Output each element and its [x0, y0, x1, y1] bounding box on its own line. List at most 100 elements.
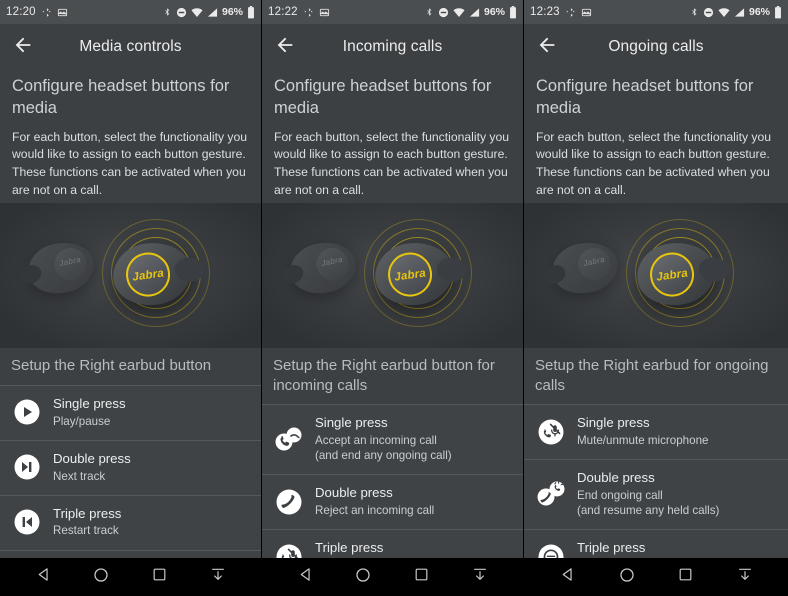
- gesture-label: Double press: [315, 485, 393, 501]
- nav-back-icon: [35, 566, 52, 588]
- list-item[interactable]: Double press End ongoing call (and resume …: [524, 459, 788, 530]
- list-item-text: Single press Accept an incoming call (and …: [315, 415, 452, 463]
- list-item[interactable]: Single press Play/pause: [0, 384, 261, 440]
- list-item[interactable]: Triple press Restart track: [0, 494, 261, 550]
- nav-back-icon: [559, 566, 576, 588]
- list-item-text: Single press Play/pause: [53, 396, 126, 429]
- app-bar: Ongoing calls: [524, 24, 788, 70]
- earbuds-hero-image: Jabra Jabra: [0, 203, 261, 349]
- intro-heading: Configure headset buttons for media: [536, 77, 754, 117]
- app-bar: Media controls: [0, 24, 261, 70]
- right-earbud-highlighted: Jabra: [109, 238, 206, 311]
- android-nav-bar: [0, 558, 261, 596]
- phone-screen-3: 12:23 96% Ongoing calls Configure headset b…: [524, 0, 788, 596]
- nav-home-button[interactable]: [610, 562, 644, 592]
- intro-body: For each button, select the functionalit…: [536, 129, 772, 197]
- intro-section: Configure headset buttons for media For e…: [524, 70, 788, 204]
- list-item[interactable]: Single press Mute/unmute microphone: [524, 404, 788, 460]
- status-bar-left: 12:22: [268, 6, 330, 18]
- list-item[interactable]: Single press Accept an incoming call (and …: [262, 404, 523, 475]
- gesture-label: Single press: [315, 415, 388, 431]
- do-not-disturb-icon: [176, 7, 187, 18]
- list-item-text: Triple pressSidetone on/off: [577, 540, 655, 558]
- right-earbud-highlighted: Jabra: [633, 238, 730, 311]
- nav-hide-keyboard-icon: [737, 567, 753, 588]
- bluetooth-icon: [425, 6, 434, 18]
- nav-recents-button[interactable]: [143, 562, 177, 592]
- right-earbud-tip: [435, 256, 468, 284]
- intro-heading: Configure headset buttons for media: [274, 77, 492, 117]
- left-earbud-tip: [279, 262, 307, 288]
- back-button[interactable]: [0, 24, 46, 70]
- list-item-text: Double press Next track: [53, 451, 131, 484]
- list-item-partial[interactable]: [0, 549, 261, 558]
- bluetooth-sharing-icon: [41, 7, 52, 18]
- intro-body: For each button, select the functionalit…: [12, 129, 248, 197]
- gesture-label: Double press: [53, 450, 131, 466]
- battery-percent: 96%: [221, 6, 243, 18]
- gesture-action: Restart track: [53, 524, 119, 538]
- accept-call-icon: [274, 424, 304, 454]
- nav-back-button[interactable]: [551, 562, 585, 592]
- gesture-label: Single press: [577, 415, 650, 431]
- back-button[interactable]: [524, 24, 570, 70]
- play-pause-icon: [12, 397, 42, 427]
- right-earbud-tip: [173, 256, 206, 284]
- list-item[interactable]: Triple pressSidetone on/off: [524, 529, 788, 558]
- intro-section: Configure headset buttons for media For e…: [0, 70, 261, 204]
- nav-dismiss-button[interactable]: [728, 562, 762, 592]
- battery-full-icon: [509, 5, 517, 19]
- status-bar-left: 12:20: [6, 6, 68, 18]
- cellular-signal-icon: [207, 7, 218, 18]
- nav-hide-keyboard-icon: [472, 567, 488, 588]
- earbuds-hero-image: Jabra Jabra: [262, 203, 523, 349]
- list-item-text: Triple press Restart track: [53, 506, 121, 539]
- do-not-disturb-icon: [703, 7, 714, 18]
- status-bar-right: 96%: [163, 5, 255, 19]
- sidetone-headset-icon: [536, 542, 566, 558]
- section-header: Setup the Right earbud for ongoing calls: [524, 348, 788, 405]
- button-gesture-list: Single press Accept an incoming call (and …: [262, 404, 523, 558]
- nav-back-icon: [297, 566, 314, 588]
- nav-home-button[interactable]: [84, 562, 118, 592]
- status-bar: 12:22 96%: [262, 0, 523, 24]
- bluetooth-icon: [690, 6, 699, 18]
- wifi-icon: [718, 7, 730, 18]
- status-time: 12:20: [6, 6, 36, 18]
- status-bar-right: 96%: [425, 5, 517, 19]
- nav-back-button[interactable]: [26, 562, 60, 592]
- list-item[interactable]: Triple pressMute/unmute microphone: [262, 529, 523, 558]
- nav-recents-button[interactable]: [669, 562, 703, 592]
- status-bar: 12:23 96%: [524, 0, 788, 24]
- nav-back-button[interactable]: [288, 562, 322, 592]
- back-button[interactable]: [262, 24, 308, 70]
- nav-dismiss-button[interactable]: [201, 562, 235, 592]
- nav-dismiss-button[interactable]: [463, 562, 497, 592]
- list-item-text: Single press Mute/unmute microphone: [577, 415, 708, 448]
- mute-microphone-icon: [536, 417, 566, 447]
- status-bar-left: 12:23: [530, 6, 592, 18]
- left-earbud: Jabra: [279, 236, 361, 300]
- earbuds-hero-image: Jabra Jabra: [524, 203, 788, 349]
- battery-full-icon: [247, 5, 255, 19]
- mute-microphone-icon: [274, 542, 304, 558]
- gesture-action: Accept an incoming call (and end any ongo…: [315, 434, 452, 463]
- intro-heading: Configure headset buttons for media: [12, 77, 230, 117]
- right-earbud-highlighted: Jabra: [371, 238, 468, 311]
- next-track-icon: [12, 452, 42, 482]
- list-item[interactable]: Double press Reject an incoming call: [262, 474, 523, 530]
- gesture-action: Next track: [53, 469, 106, 483]
- bluetooth-sharing-icon: [303, 7, 314, 18]
- nav-home-button[interactable]: [346, 562, 380, 592]
- list-item[interactable]: Double press Next track: [0, 439, 261, 495]
- back-arrow-icon: [274, 34, 296, 61]
- list-item-text: Triple pressMute/unmute microphone: [315, 540, 446, 558]
- nav-recents-icon: [152, 567, 167, 587]
- nav-recents-icon: [414, 567, 429, 587]
- android-nav-bar: [262, 558, 523, 596]
- battery-percent: 96%: [748, 6, 770, 18]
- status-time: 12:23: [530, 6, 560, 18]
- nav-recents-button[interactable]: [405, 562, 439, 592]
- button-gesture-list: Single press Mute/unmute microphone Double…: [524, 404, 788, 558]
- photo-icon: [319, 7, 330, 18]
